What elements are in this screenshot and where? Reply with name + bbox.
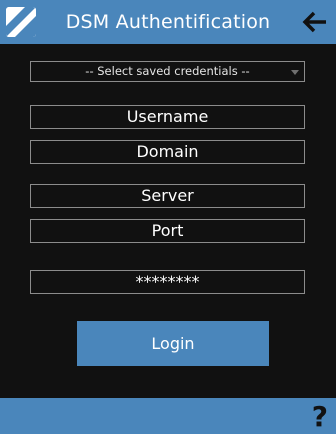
page-title: DSM Authentification (65, 11, 271, 33)
footer-bar: ? (0, 398, 336, 434)
back-arrow-icon[interactable] (302, 9, 328, 35)
help-icon[interactable]: ? (312, 398, 328, 434)
port-field[interactable]: Port (30, 219, 305, 243)
server-field[interactable]: Server (30, 184, 305, 208)
username-field[interactable]: Username (30, 105, 305, 129)
header-bar: DSM Authentification (0, 0, 336, 44)
saved-credentials-select[interactable]: -- Select saved credentials -- (30, 61, 305, 82)
login-button[interactable]: Login (77, 321, 269, 366)
password-field[interactable]: ******** (30, 270, 305, 294)
saved-credentials-value: -- Select saved credentials -- (85, 64, 250, 78)
chevron-down-icon (291, 70, 299, 75)
domain-field[interactable]: Domain (30, 140, 305, 164)
